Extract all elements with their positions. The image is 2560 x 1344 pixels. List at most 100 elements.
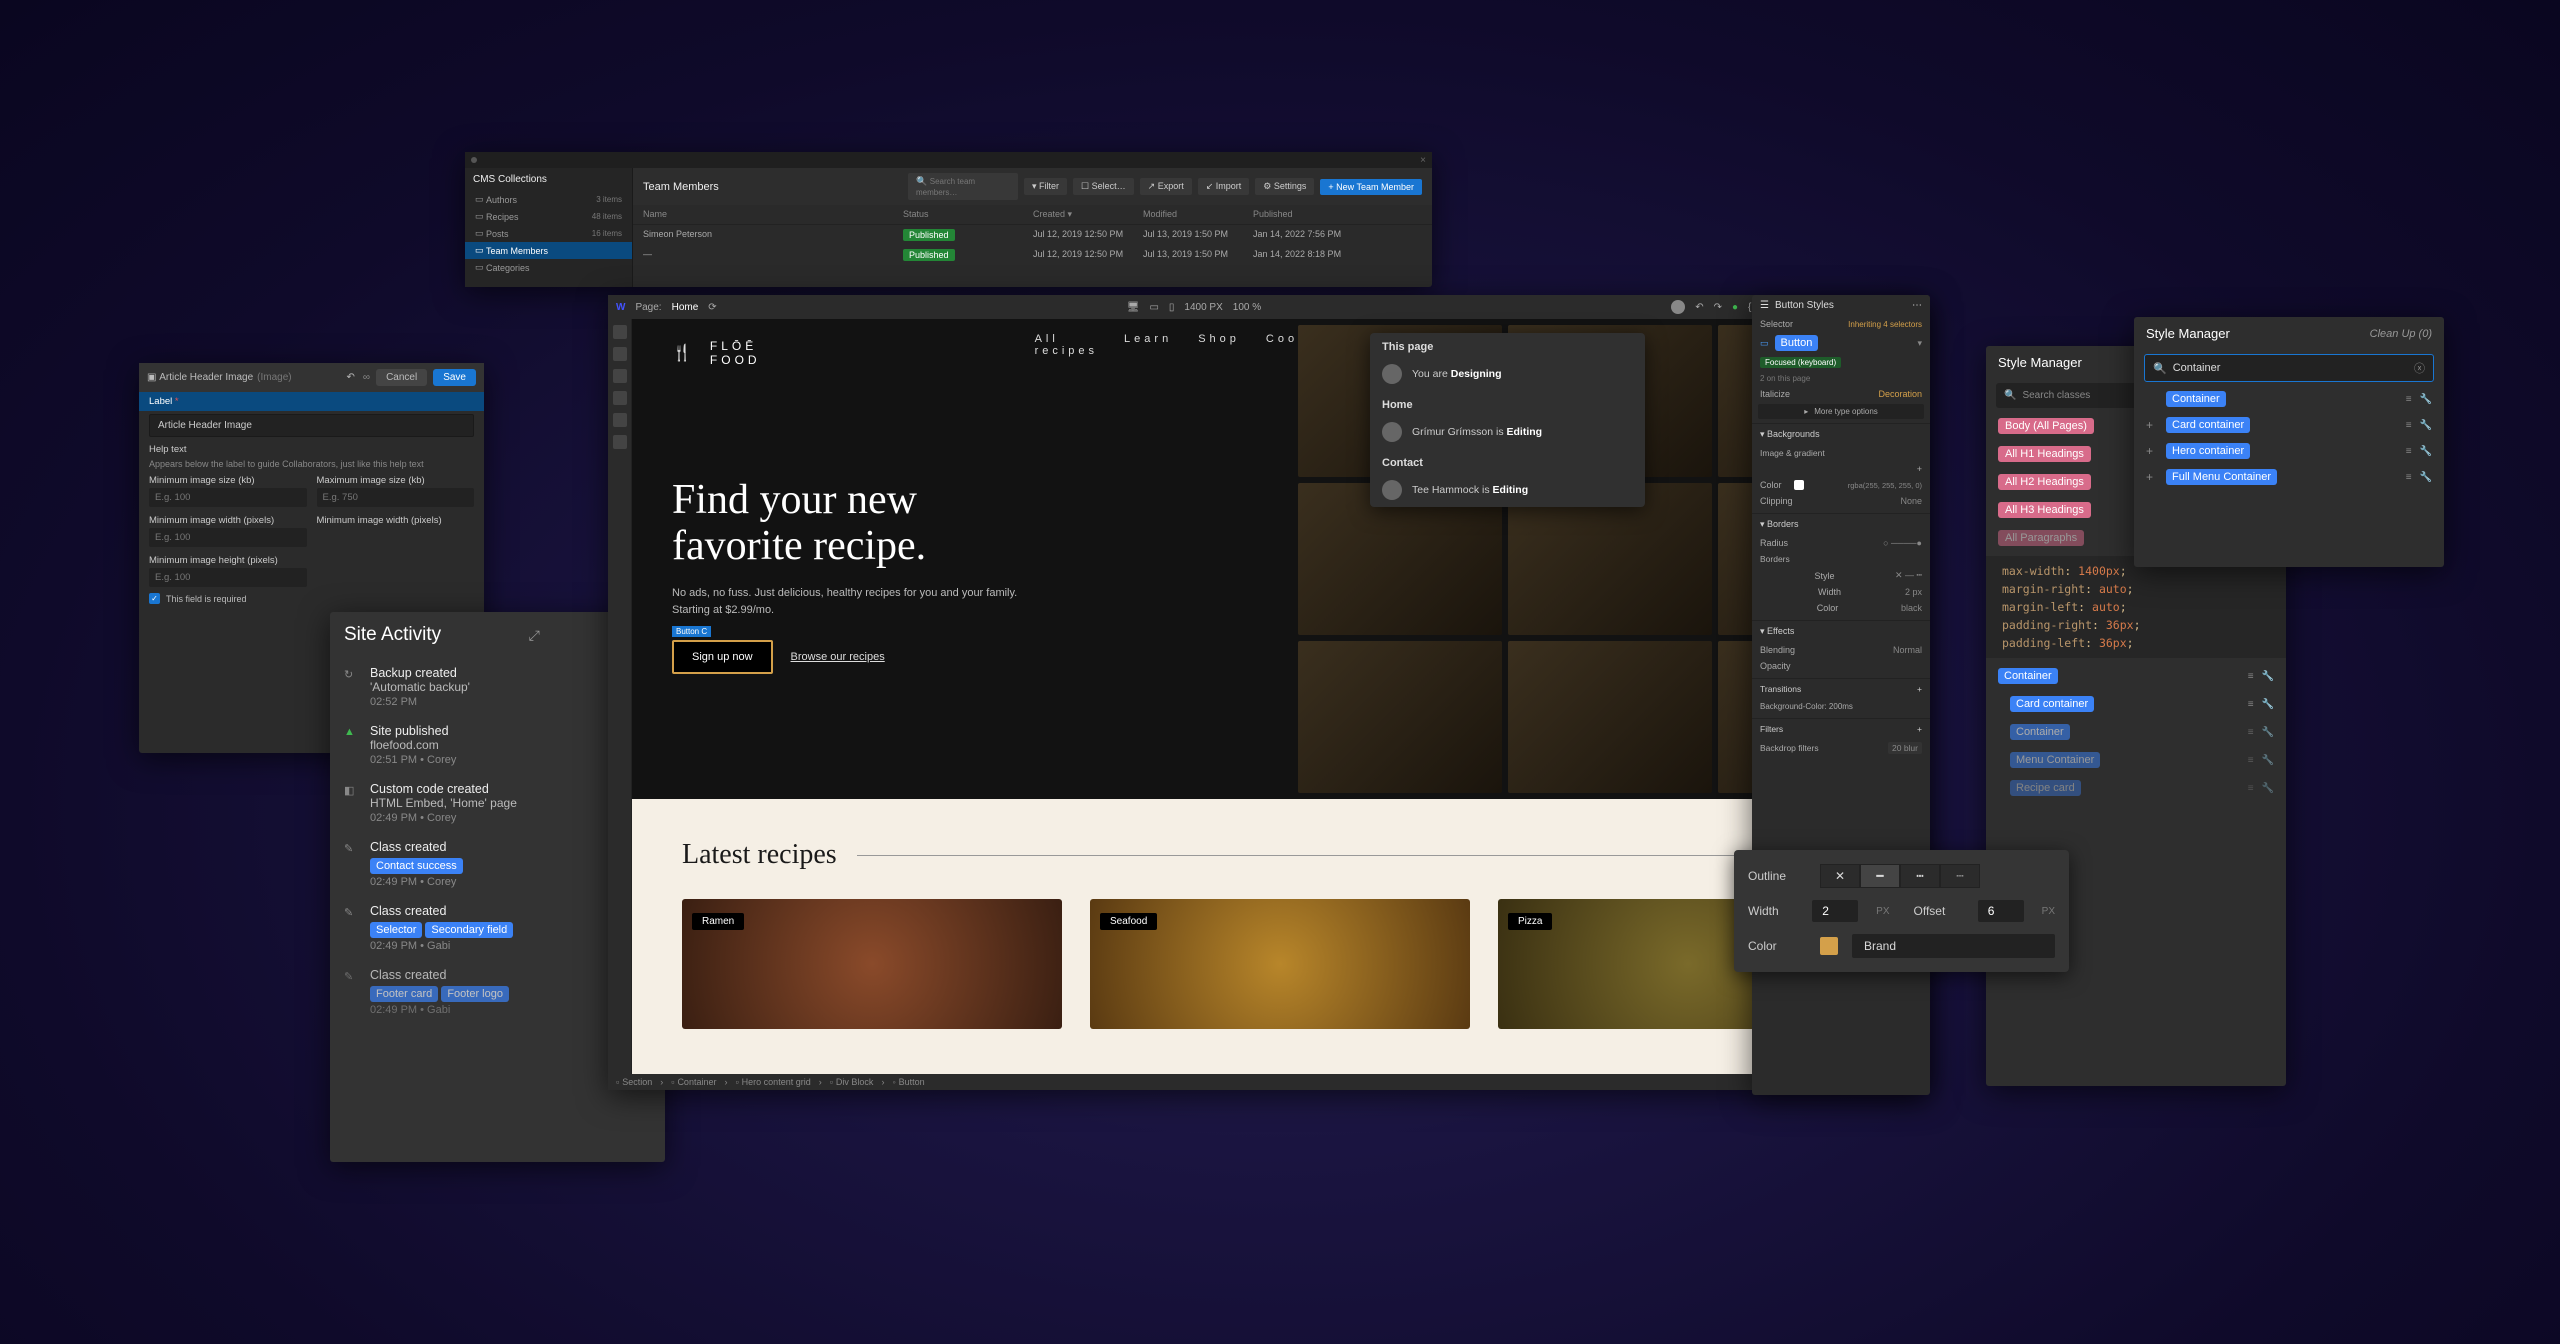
bc-item[interactable]: ▫ Hero content grid xyxy=(735,1077,810,1087)
clean-up-link[interactable]: Clean Up (0) xyxy=(2370,328,2432,340)
section-borders[interactable]: ▾ Borders xyxy=(1752,513,1930,535)
settings-icon[interactable] xyxy=(613,435,627,449)
collaborator-row[interactable]: Grímur Grímsson is Editing xyxy=(1370,415,1645,449)
select-button[interactable]: ☐ Select… xyxy=(1073,178,1134,195)
bc-item[interactable]: ◦ Button xyxy=(892,1077,924,1087)
collection-team-members[interactable]: ▭ Team Members xyxy=(465,242,632,259)
plus-icon[interactable]: + xyxy=(2146,470,2158,484)
backdrop-row[interactable]: Backdrop filters20 blur xyxy=(1752,739,1930,757)
device-desktop-icon[interactable]: 🖥 xyxy=(1127,302,1140,313)
plus-icon[interactable]: + xyxy=(2146,444,2158,458)
sm2-row[interactable]: +Hero container≡🔧 xyxy=(2134,438,2444,464)
browse-link[interactable]: Browse our recipes xyxy=(791,651,885,663)
bg-color-row[interactable]: Colorrgba(255, 255, 255, 0) xyxy=(1752,477,1930,493)
sm-row[interactable]: Recipe card≡🔧 xyxy=(1986,774,2286,802)
device-mobile-icon[interactable]: ▯ xyxy=(1169,302,1175,313)
sm-row[interactable]: Container≡🔧 xyxy=(1986,718,2286,746)
collaborator-row[interactable]: You are Designing xyxy=(1370,357,1645,391)
close-icon[interactable]: × xyxy=(1420,155,1426,166)
sm-row[interactable]: Container≡🔧 xyxy=(1986,662,2286,690)
bc-item[interactable]: ▫ Div Block xyxy=(830,1077,874,1087)
more-type[interactable]: ▸ More type options xyxy=(1758,404,1924,419)
radius-row[interactable]: Radius○ ────● xyxy=(1752,535,1930,551)
required-checkbox-row[interactable]: ✓ This field is required xyxy=(139,587,484,610)
collaborator-row[interactable]: Tee Hammock is Editing xyxy=(1370,473,1645,507)
refresh-icon[interactable]: ⟳ xyxy=(708,302,716,313)
signup-button[interactable]: Sign up now xyxy=(672,640,773,674)
undo-icon[interactable]: ↶ xyxy=(347,372,355,383)
wrench-icon[interactable]: 🔧 xyxy=(2262,755,2274,766)
avatar-icon[interactable] xyxy=(1671,300,1685,314)
ecommerce-icon[interactable] xyxy=(613,391,627,405)
clear-icon[interactable]: ⓧ xyxy=(2414,360,2425,376)
sm-row[interactable]: Menu Container≡🔧 xyxy=(1986,746,2286,774)
collection-posts[interactable]: ▭ Posts16 items xyxy=(465,225,632,242)
nav-link[interactable]: Shop xyxy=(1198,333,1240,357)
wrench-icon[interactable]: 🔧 xyxy=(2420,420,2432,431)
list-icon[interactable]: ≡ xyxy=(2248,671,2254,682)
border-width-row[interactable]: Width2 px xyxy=(1752,584,1930,600)
list-icon[interactable]: ≡ xyxy=(2406,446,2412,457)
plus-icon[interactable]: + xyxy=(2146,418,2158,432)
collapse-icon[interactable]: ⤢ xyxy=(523,627,546,644)
border-style-row[interactable]: Style✕ — ┅ xyxy=(1752,567,1930,584)
recipe-card[interactable]: Seafood xyxy=(1090,899,1470,1029)
add-icon[interactable]: + xyxy=(1917,724,1922,734)
add-icon[interactable]: + xyxy=(1917,464,1922,474)
section-backgrounds[interactable]: ▾ Backgrounds xyxy=(1752,423,1930,445)
max-kb-input[interactable]: E.g. 750 xyxy=(317,488,475,507)
selector-input[interactable]: ▭Button▾ xyxy=(1752,332,1930,354)
blending-row[interactable]: BlendingNormal xyxy=(1752,642,1930,658)
swatch-icon[interactable] xyxy=(1794,480,1804,490)
state-row[interactable]: Focused (keyboard) xyxy=(1752,354,1930,371)
breakpoint-icon[interactable]: ▭ xyxy=(1760,338,1769,349)
wrench-icon[interactable]: 🔧 xyxy=(2262,783,2274,794)
nav-link[interactable]: Learn xyxy=(1124,333,1172,357)
infinity-icon[interactable]: ∞ xyxy=(363,372,370,383)
checkbox-icon[interactable]: ✓ xyxy=(149,593,160,604)
filter-button[interactable]: ▾ Filter xyxy=(1024,178,1067,195)
wrench-icon[interactable]: 🔧 xyxy=(2420,394,2432,405)
list-icon[interactable]: ≡ xyxy=(2248,699,2254,710)
collection-recipes[interactable]: ▭ Recipes48 items xyxy=(465,208,632,225)
wrench-icon[interactable]: 🔧 xyxy=(2262,727,2274,738)
nav-link[interactable]: All recipes xyxy=(1035,333,1098,357)
table-row[interactable]: —PublishedJul 12, 2019 12:50 PMJul 13, 2… xyxy=(633,245,1432,265)
seg-none[interactable]: ✕ xyxy=(1820,864,1860,888)
save-button[interactable]: Save xyxy=(433,369,476,386)
assets-icon[interactable] xyxy=(613,413,627,427)
list-icon[interactable]: ≡ xyxy=(2406,472,2412,483)
transition-item[interactable]: Background-Color: 200ms xyxy=(1760,702,1853,711)
section-filters[interactable]: Filters+ xyxy=(1752,718,1930,739)
color-name[interactable]: Brand xyxy=(1852,934,2055,958)
import-button[interactable]: ↙ Import xyxy=(1198,178,1250,195)
section-transitions[interactable]: Transitions+ xyxy=(1752,678,1930,699)
seg-solid[interactable]: ━ xyxy=(1860,864,1900,888)
min-h-input[interactable]: E.g. 100 xyxy=(149,568,307,587)
wrench-icon[interactable]: 🔧 xyxy=(2420,472,2432,483)
cancel-button[interactable]: Cancel xyxy=(376,369,427,386)
min-w-input[interactable]: E.g. 100 xyxy=(149,528,307,547)
page-dropdown[interactable]: Home xyxy=(672,302,699,313)
label-field-row[interactable]: Label * xyxy=(139,392,484,411)
add-icon[interactable]: + xyxy=(1917,684,1922,694)
redo-icon[interactable]: ↷ xyxy=(1714,302,1722,313)
section-effects[interactable]: ▾ Effects xyxy=(1752,620,1930,642)
seg-dashed[interactable]: ┅ xyxy=(1900,864,1940,888)
cms-icon[interactable] xyxy=(613,369,627,383)
bc-item[interactable]: ▫ Container xyxy=(671,1077,716,1087)
color-swatch[interactable] xyxy=(1820,937,1838,955)
min-kb-input[interactable]: E.g. 100 xyxy=(149,488,307,507)
list-icon[interactable]: ≡ xyxy=(2248,727,2254,738)
opacity-row[interactable]: Opacity xyxy=(1752,658,1930,674)
sm-row[interactable]: Card container≡🔧 xyxy=(1986,690,2286,718)
wrench-icon[interactable]: 🔧 xyxy=(2262,671,2274,682)
sm2-row[interactable]: +Full Menu Container≡🔧 xyxy=(2134,464,2444,490)
check-icon[interactable]: ● xyxy=(1732,302,1738,313)
outline-style-seg[interactable]: ✕ ━ ┅ ┈ xyxy=(1820,864,1980,888)
settings-button[interactable]: ⚙ Settings xyxy=(1255,178,1314,195)
new-team-member-button[interactable]: + New Team Member xyxy=(1320,179,1422,195)
table-row[interactable]: Simeon PetersonPublishedJul 12, 2019 12:… xyxy=(633,225,1432,245)
list-icon[interactable]: ≡ xyxy=(2248,783,2254,794)
list-icon[interactable]: ≡ xyxy=(2248,755,2254,766)
